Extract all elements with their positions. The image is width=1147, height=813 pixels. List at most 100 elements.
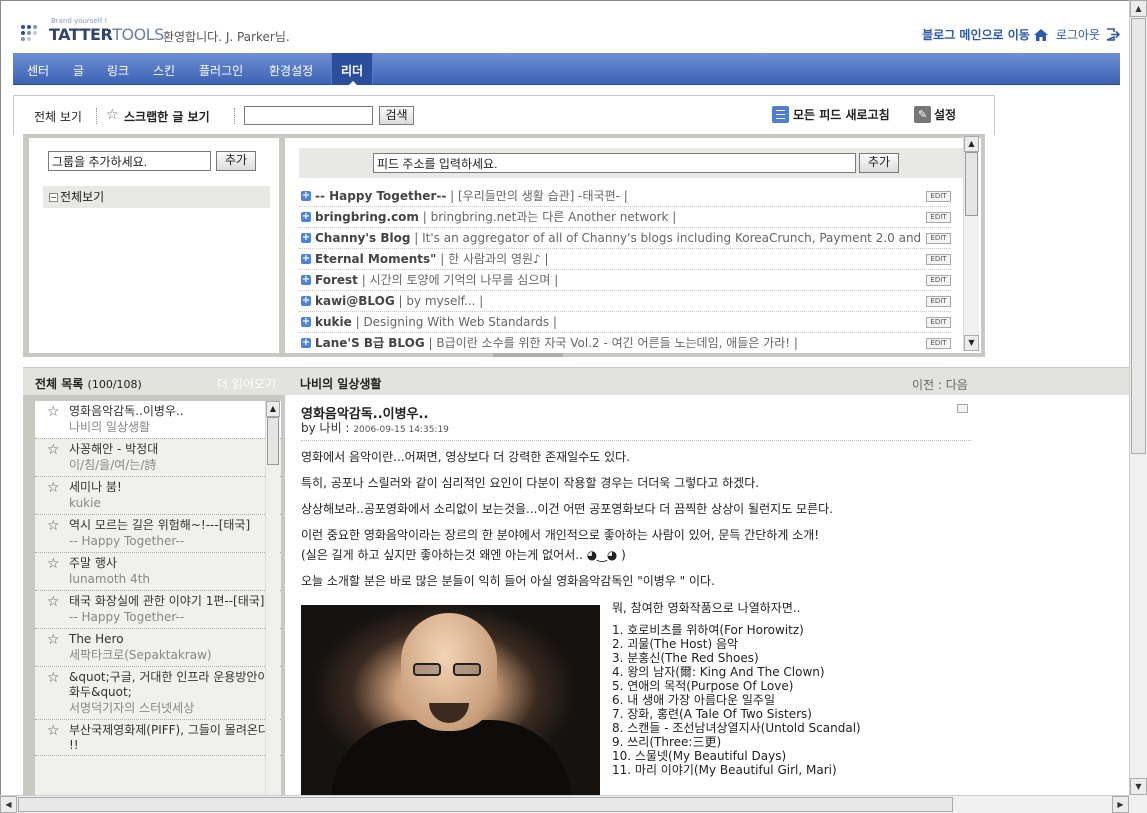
logout-link[interactable]: 로그아웃 bbox=[1056, 26, 1100, 43]
scrap-view-link[interactable]: 스크랩한 글 보기 bbox=[124, 108, 210, 125]
collapse-icon[interactable]: − bbox=[49, 193, 58, 202]
feed-edit-button[interactable]: EDIT bbox=[926, 254, 951, 265]
plus-icon[interactable]: + bbox=[301, 233, 311, 243]
group-name-input[interactable] bbox=[48, 151, 211, 171]
plus-icon[interactable]: + bbox=[301, 338, 311, 348]
load-more-link[interactable]: 더 읽어오기 bbox=[217, 375, 276, 392]
feed-edit-button[interactable]: EDIT bbox=[926, 275, 951, 286]
feed-row[interactable]: + bringbring.com | bringbring.net과는 다른 An… bbox=[299, 207, 951, 228]
window-vertical-scrollbar[interactable]: ▲ ▼ bbox=[1129, 0, 1147, 795]
feed-row[interactable]: + kawi@BLOG | by myself... | EDIT bbox=[299, 291, 951, 312]
entry-item[interactable]: ☆ 주말 행사 lunamoth 4th bbox=[35, 553, 281, 591]
nav-settings[interactable]: 환경설정 bbox=[269, 62, 313, 79]
nav-posts[interactable]: 글 bbox=[73, 62, 84, 79]
scroll-thumb[interactable] bbox=[965, 152, 978, 216]
welcome-text: 환영합니다. J. Parker님. bbox=[163, 30, 290, 44]
nav-links[interactable]: 링크 bbox=[107, 62, 129, 79]
star-icon[interactable]: ☆ bbox=[47, 404, 60, 420]
star-icon[interactable]: ☆ bbox=[47, 670, 60, 686]
search-button[interactable]: 검색 bbox=[379, 106, 414, 125]
nav-reader-active[interactable]: 리더 bbox=[331, 53, 373, 86]
star-icon[interactable]: ☆ bbox=[47, 723, 60, 739]
group-all-item[interactable]: − 전체보기 bbox=[43, 186, 270, 208]
feed-title: Channy's Blog | It's an aggregator of al… bbox=[315, 231, 922, 245]
current-blog-name: 나비의 일상생활 bbox=[300, 377, 382, 391]
plus-icon[interactable]: + bbox=[301, 296, 311, 306]
star-icon[interactable]: ☆ bbox=[47, 442, 60, 458]
feed-row[interactable]: + Lane'S B급 BLOG | B급이란 소수를 위한 자국 Vol.2 -… bbox=[299, 333, 951, 354]
plus-icon[interactable]: + bbox=[301, 254, 311, 264]
scroll-down-icon[interactable]: ▼ bbox=[1130, 778, 1147, 795]
feed-row[interactable]: + kukie | Designing With Web Standards | E… bbox=[299, 312, 951, 333]
feed-edit-button[interactable]: EDIT bbox=[926, 233, 951, 244]
plus-icon[interactable]: + bbox=[301, 212, 311, 222]
star-icon[interactable]: ☆ bbox=[47, 518, 60, 534]
tattertools-logo[interactable]: Brand yourself ! TATTERTOOLS bbox=[21, 17, 164, 45]
entry-item-selected[interactable]: ☆ 영화음악감독..이병우.. 나비의 일상생활 bbox=[35, 401, 281, 439]
feed-edit-button[interactable]: EDIT bbox=[926, 296, 951, 307]
home-icon[interactable] bbox=[1033, 28, 1048, 41]
entry-item[interactable]: ☆ 부산국제영화제(PIFF), 그들이 몰려온다 !! bbox=[35, 720, 281, 756]
scroll-thumb[interactable] bbox=[1131, 18, 1146, 454]
scroll-up-icon[interactable]: ▲ bbox=[266, 401, 280, 417]
feed-url-input[interactable] bbox=[373, 153, 856, 173]
entry-item[interactable]: ☆ 세미나 붐! kukie bbox=[35, 477, 281, 515]
star-icon[interactable]: ☆ bbox=[47, 480, 60, 496]
view-all-link[interactable]: 전체 보기 bbox=[34, 108, 82, 125]
main-nav: 센터 글 링크 스킨 플러그인 환경설정 리더 bbox=[13, 53, 1120, 86]
star-icon[interactable]: ☆ bbox=[47, 556, 60, 572]
nav-plugin[interactable]: 플러그인 bbox=[199, 62, 243, 79]
logout-icon[interactable] bbox=[1106, 28, 1120, 41]
scroll-right-icon[interactable]: ▶ bbox=[1112, 796, 1129, 813]
search-input[interactable] bbox=[244, 106, 373, 125]
feed-list: + -- Happy Together-- | [우리들만의 생활 습관] -태국… bbox=[299, 186, 951, 354]
plus-icon[interactable]: + bbox=[301, 191, 311, 201]
feed-edit-button[interactable]: EDIT bbox=[926, 338, 951, 349]
scroll-up-icon[interactable]: ▲ bbox=[1130, 0, 1147, 17]
feed-row[interactable]: + -- Happy Together-- | [우리들만의 생활 습관] -태국… bbox=[299, 186, 951, 207]
feed-title: -- Happy Together-- | [우리들만의 생활 습관] -태국편… bbox=[315, 189, 628, 203]
scroll-up-icon[interactable]: ▲ bbox=[964, 136, 979, 152]
entry-item[interactable]: ☆ 태국 화장실에 관한 이야기 1편--[태국] -- Happy Togethe… bbox=[35, 591, 281, 629]
plus-icon[interactable]: + bbox=[301, 275, 311, 285]
scroll-down-icon[interactable]: ▼ bbox=[964, 335, 979, 351]
panel-resize-handle[interactable] bbox=[493, 353, 563, 357]
plus-icon[interactable]: + bbox=[301, 317, 311, 327]
feed-edit-button[interactable]: EDIT bbox=[926, 317, 951, 328]
article-date: 2006-09-15 14:35:19 bbox=[353, 425, 449, 435]
article-view: 영화음악감독..이병우.. by 나비 : 2006-09-15 14:35:1… bbox=[291, 395, 1129, 795]
entry-item[interactable]: ☆ 사꽁해안 - 박정대 이/침/을/여/는/詩 bbox=[35, 439, 281, 477]
feed-title: bringbring.com | bringbring.net과는 다른 Ano… bbox=[315, 210, 677, 224]
add-feed-button[interactable]: 추가 bbox=[859, 153, 899, 173]
entry-list-scrollbar[interactable]: ▲ bbox=[265, 401, 280, 795]
article-body: 영화에서 음악이란...어쩌면, 영상보다 더 강력한 존재일수도 있다. 특히… bbox=[301, 450, 833, 588]
scroll-thumb[interactable] bbox=[18, 797, 953, 812]
header-links: 블로그 메인으로 이동 로그아웃 bbox=[922, 26, 1120, 43]
star-icon[interactable]: ☆ bbox=[47, 594, 60, 610]
star-icon[interactable]: ☆ bbox=[47, 632, 60, 648]
feed-row[interactable]: + Forest | 시간의 토양에 기억의 나무를 심으며 | EDIT bbox=[299, 270, 951, 291]
feed-row[interactable]: + Channy's Blog | It's an aggregator of a… bbox=[299, 228, 951, 249]
scroll-left-icon[interactable]: ◀ bbox=[0, 796, 17, 813]
entry-item[interactable]: ☆ 역시 모르는 길은 위험해~!---[태국] -- Happy Together… bbox=[35, 515, 281, 553]
copy-icon[interactable] bbox=[957, 404, 968, 413]
prev-next-nav[interactable]: 이전 : 다음 bbox=[912, 376, 968, 393]
refresh-all-feeds-button[interactable]: 모든 피드 새로고침 bbox=[772, 106, 890, 123]
composer-photo bbox=[301, 605, 600, 795]
entry-list-panel: ☆ 영화음악감독..이병우.. 나비의 일상생활 ☆ 사꽁해안 - 박정대 이/침/을/… bbox=[23, 395, 285, 795]
entry-item[interactable]: ☆ &quot;구글, 거대한 인프라 운용방안이 화두&quot; 서명덕기자의 … bbox=[35, 667, 281, 720]
feed-panel: 추가 + -- Happy Together-- | [우리들만의 생활 습관] … bbox=[285, 138, 981, 354]
entry-item[interactable]: ☆ The Hero 세팍타크로(Sepaktakraw) bbox=[35, 629, 281, 667]
feed-edit-button[interactable]: EDIT bbox=[926, 212, 951, 223]
scroll-thumb[interactable] bbox=[267, 417, 279, 465]
add-group-button[interactable]: 추가 bbox=[216, 151, 256, 171]
feed-edit-button[interactable]: EDIT bbox=[926, 191, 951, 202]
blog-main-link[interactable]: 블로그 메인으로 이동 bbox=[922, 26, 1030, 43]
feed-list-scrollbar[interactable]: ▲ ▼ bbox=[963, 136, 979, 351]
feed-row[interactable]: + Eternal Moments" | 한 사람과의 영원♪ | EDIT bbox=[299, 249, 951, 270]
toolbar-separator bbox=[96, 108, 97, 124]
nav-center[interactable]: 센터 bbox=[27, 62, 49, 79]
nav-skin[interactable]: 스킨 bbox=[153, 62, 175, 79]
window-horizontal-scrollbar[interactable]: ◀ ▶ bbox=[0, 795, 1129, 813]
reader-settings-button[interactable]: ✎ 설정 bbox=[914, 106, 956, 123]
